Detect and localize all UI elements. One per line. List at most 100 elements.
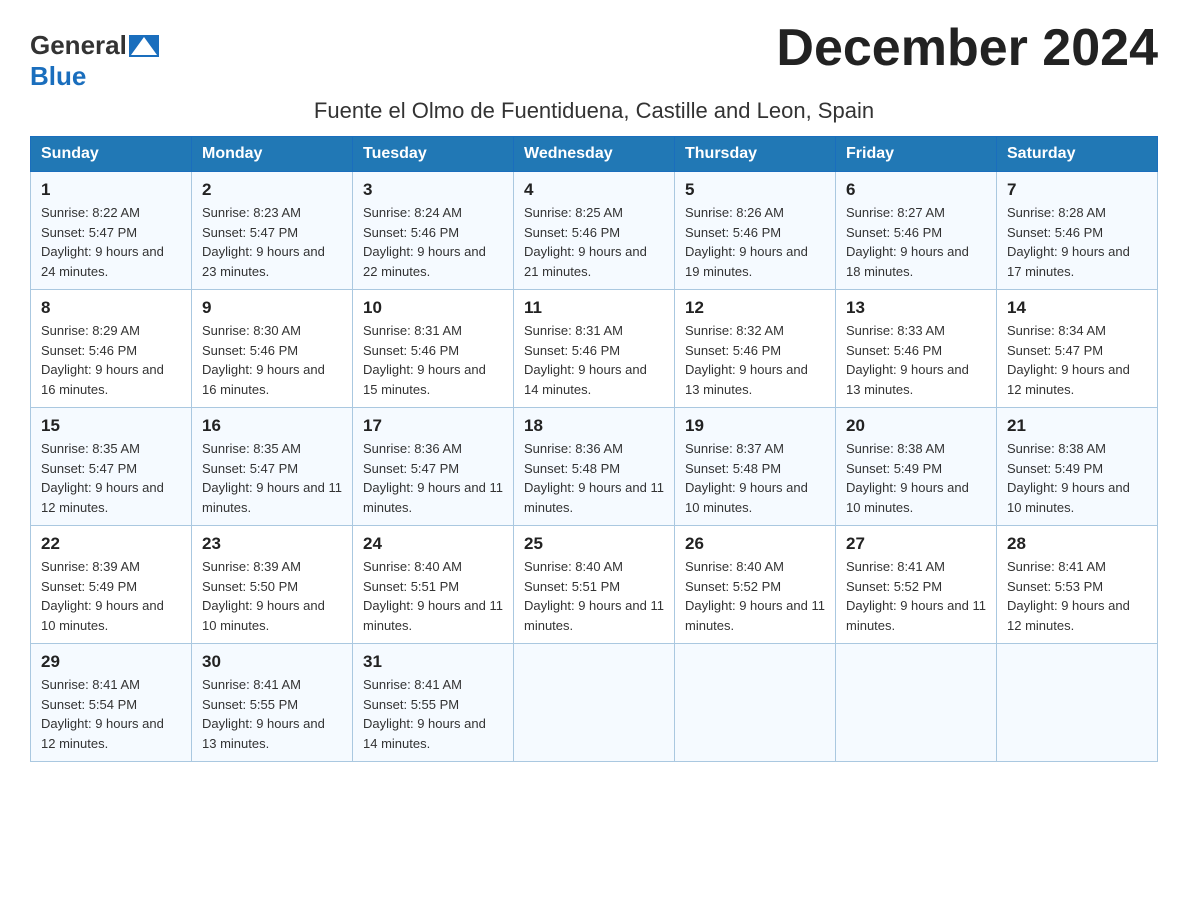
title-area: December 2024 bbox=[776, 20, 1158, 77]
day-info: Sunrise: 8:31 AMSunset: 5:46 PMDaylight:… bbox=[363, 321, 503, 399]
logo-flag-icon bbox=[129, 35, 159, 57]
calendar-cell: 6 Sunrise: 8:27 AMSunset: 5:46 PMDaylight… bbox=[836, 172, 997, 290]
day-info: Sunrise: 8:36 AMSunset: 5:47 PMDaylight:… bbox=[363, 439, 503, 517]
col-sunday: Sunday bbox=[31, 137, 192, 172]
col-wednesday: Wednesday bbox=[514, 137, 675, 172]
day-number: 16 bbox=[202, 416, 342, 436]
calendar-cell: 12 Sunrise: 8:32 AMSunset: 5:46 PMDayligh… bbox=[675, 290, 836, 408]
calendar-cell: 24 Sunrise: 8:40 AMSunset: 5:51 PMDayligh… bbox=[353, 526, 514, 644]
calendar-cell: 23Sunrise: 8:39 AMSunset: 5:50 PMDayligh… bbox=[192, 526, 353, 644]
calendar-cell: 31 Sunrise: 8:41 AMSunset: 5:55 PMDayligh… bbox=[353, 644, 514, 762]
calendar-cell: 21Sunrise: 8:38 AMSunset: 5:49 PMDayligh… bbox=[997, 408, 1158, 526]
day-info: Sunrise: 8:39 AMSunset: 5:49 PMDaylight:… bbox=[41, 557, 181, 635]
day-info: Sunrise: 8:33 AMSunset: 5:46 PMDaylight:… bbox=[846, 321, 986, 399]
calendar-cell: 9 Sunrise: 8:30 AMSunset: 5:46 PMDaylight… bbox=[192, 290, 353, 408]
day-info: Sunrise: 8:25 AMSunset: 5:46 PMDaylight:… bbox=[524, 203, 664, 281]
day-number: 19 bbox=[685, 416, 825, 436]
calendar-cell: 8Sunrise: 8:29 AMSunset: 5:46 PMDaylight… bbox=[31, 290, 192, 408]
calendar-cell: 29Sunrise: 8:41 AMSunset: 5:54 PMDayligh… bbox=[31, 644, 192, 762]
logo: General Blue bbox=[30, 20, 161, 92]
calendar-cell: 5Sunrise: 8:26 AMSunset: 5:46 PMDaylight… bbox=[675, 172, 836, 290]
day-number: 3 bbox=[363, 180, 503, 200]
day-info: Sunrise: 8:32 AMSunset: 5:46 PMDaylight:… bbox=[685, 321, 825, 399]
calendar-week-row: 1 Sunrise: 8:22 AMSunset: 5:47 PMDaylight… bbox=[31, 172, 1158, 290]
calendar-cell: 2 Sunrise: 8:23 AMSunset: 5:47 PMDaylight… bbox=[192, 172, 353, 290]
calendar-header-row: Sunday Monday Tuesday Wednesday Thursday… bbox=[31, 137, 1158, 172]
calendar-cell: 17 Sunrise: 8:36 AMSunset: 5:47 PMDayligh… bbox=[353, 408, 514, 526]
day-number: 30 bbox=[202, 652, 342, 672]
day-info: Sunrise: 8:22 AMSunset: 5:47 PMDaylight:… bbox=[41, 203, 181, 281]
day-number: 7 bbox=[1007, 180, 1147, 200]
day-number: 14 bbox=[1007, 298, 1147, 318]
calendar-cell bbox=[514, 644, 675, 762]
calendar-cell: 16 Sunrise: 8:35 AMSunset: 5:47 PMDayligh… bbox=[192, 408, 353, 526]
col-thursday: Thursday bbox=[675, 137, 836, 172]
calendar-cell: 30Sunrise: 8:41 AMSunset: 5:55 PMDayligh… bbox=[192, 644, 353, 762]
calendar-cell: 14 Sunrise: 8:34 AMSunset: 5:47 PMDayligh… bbox=[997, 290, 1158, 408]
day-number: 22 bbox=[41, 534, 181, 554]
day-info: Sunrise: 8:26 AMSunset: 5:46 PMDaylight:… bbox=[685, 203, 825, 281]
header: General Blue December 2024 bbox=[30, 20, 1158, 92]
logo-blue-text: Blue bbox=[30, 61, 86, 92]
day-info: Sunrise: 8:23 AMSunset: 5:47 PMDaylight:… bbox=[202, 203, 342, 281]
calendar-cell bbox=[997, 644, 1158, 762]
calendar-cell bbox=[836, 644, 997, 762]
calendar-cell: 4 Sunrise: 8:25 AMSunset: 5:46 PMDaylight… bbox=[514, 172, 675, 290]
calendar-cell: 7 Sunrise: 8:28 AMSunset: 5:46 PMDaylight… bbox=[997, 172, 1158, 290]
day-number: 26 bbox=[685, 534, 825, 554]
day-number: 8 bbox=[41, 298, 181, 318]
day-number: 10 bbox=[363, 298, 503, 318]
calendar-cell: 22 Sunrise: 8:39 AMSunset: 5:49 PMDayligh… bbox=[31, 526, 192, 644]
day-info: Sunrise: 8:27 AMSunset: 5:46 PMDaylight:… bbox=[846, 203, 986, 281]
day-info: Sunrise: 8:35 AMSunset: 5:47 PMDaylight:… bbox=[41, 439, 181, 517]
day-info: Sunrise: 8:40 AMSunset: 5:51 PMDaylight:… bbox=[363, 557, 503, 635]
day-number: 25 bbox=[524, 534, 664, 554]
day-info: Sunrise: 8:28 AMSunset: 5:46 PMDaylight:… bbox=[1007, 203, 1147, 281]
calendar-cell: 20Sunrise: 8:38 AMSunset: 5:49 PMDayligh… bbox=[836, 408, 997, 526]
day-info: Sunrise: 8:36 AMSunset: 5:48 PMDaylight:… bbox=[524, 439, 664, 517]
day-number: 24 bbox=[363, 534, 503, 554]
calendar-cell: 10 Sunrise: 8:31 AMSunset: 5:46 PMDayligh… bbox=[353, 290, 514, 408]
calendar-cell: 19Sunrise: 8:37 AMSunset: 5:48 PMDayligh… bbox=[675, 408, 836, 526]
calendar-cell: 15 Sunrise: 8:35 AMSunset: 5:47 PMDayligh… bbox=[31, 408, 192, 526]
calendar-week-row: 15 Sunrise: 8:35 AMSunset: 5:47 PMDayligh… bbox=[31, 408, 1158, 526]
day-info: Sunrise: 8:31 AMSunset: 5:46 PMDaylight:… bbox=[524, 321, 664, 399]
day-number: 13 bbox=[846, 298, 986, 318]
logo-general-text: General bbox=[30, 30, 127, 61]
day-number: 11 bbox=[524, 298, 664, 318]
day-info: Sunrise: 8:30 AMSunset: 5:46 PMDaylight:… bbox=[202, 321, 342, 399]
day-number: 20 bbox=[846, 416, 986, 436]
calendar-table: Sunday Monday Tuesday Wednesday Thursday… bbox=[30, 136, 1158, 762]
day-info: Sunrise: 8:35 AMSunset: 5:47 PMDaylight:… bbox=[202, 439, 342, 517]
day-info: Sunrise: 8:38 AMSunset: 5:49 PMDaylight:… bbox=[1007, 439, 1147, 517]
day-number: 9 bbox=[202, 298, 342, 318]
calendar-cell: 11 Sunrise: 8:31 AMSunset: 5:46 PMDayligh… bbox=[514, 290, 675, 408]
calendar-week-row: 22 Sunrise: 8:39 AMSunset: 5:49 PMDayligh… bbox=[31, 526, 1158, 644]
day-info: Sunrise: 8:24 AMSunset: 5:46 PMDaylight:… bbox=[363, 203, 503, 281]
day-number: 31 bbox=[363, 652, 503, 672]
col-saturday: Saturday bbox=[997, 137, 1158, 172]
day-info: Sunrise: 8:40 AMSunset: 5:51 PMDaylight:… bbox=[524, 557, 664, 635]
calendar-cell: 18 Sunrise: 8:36 AMSunset: 5:48 PMDayligh… bbox=[514, 408, 675, 526]
day-info: Sunrise: 8:41 AMSunset: 5:53 PMDaylight:… bbox=[1007, 557, 1147, 635]
calendar-cell bbox=[675, 644, 836, 762]
day-number: 15 bbox=[41, 416, 181, 436]
calendar-cell: 13 Sunrise: 8:33 AMSunset: 5:46 PMDayligh… bbox=[836, 290, 997, 408]
day-number: 23 bbox=[202, 534, 342, 554]
day-info: Sunrise: 8:40 AMSunset: 5:52 PMDaylight:… bbox=[685, 557, 825, 635]
day-number: 17 bbox=[363, 416, 503, 436]
day-number: 12 bbox=[685, 298, 825, 318]
day-number: 4 bbox=[524, 180, 664, 200]
day-info: Sunrise: 8:41 AMSunset: 5:54 PMDaylight:… bbox=[41, 675, 181, 753]
day-number: 18 bbox=[524, 416, 664, 436]
day-info: Sunrise: 8:41 AMSunset: 5:52 PMDaylight:… bbox=[846, 557, 986, 635]
day-info: Sunrise: 8:34 AMSunset: 5:47 PMDaylight:… bbox=[1007, 321, 1147, 399]
day-number: 2 bbox=[202, 180, 342, 200]
day-number: 1 bbox=[41, 180, 181, 200]
calendar-cell: 26 Sunrise: 8:40 AMSunset: 5:52 PMDayligh… bbox=[675, 526, 836, 644]
day-number: 6 bbox=[846, 180, 986, 200]
calendar-cell: 25 Sunrise: 8:40 AMSunset: 5:51 PMDayligh… bbox=[514, 526, 675, 644]
calendar-cell: 27Sunrise: 8:41 AMSunset: 5:52 PMDayligh… bbox=[836, 526, 997, 644]
calendar-cell: 1 Sunrise: 8:22 AMSunset: 5:47 PMDaylight… bbox=[31, 172, 192, 290]
day-info: Sunrise: 8:41 AMSunset: 5:55 PMDaylight:… bbox=[363, 675, 503, 753]
